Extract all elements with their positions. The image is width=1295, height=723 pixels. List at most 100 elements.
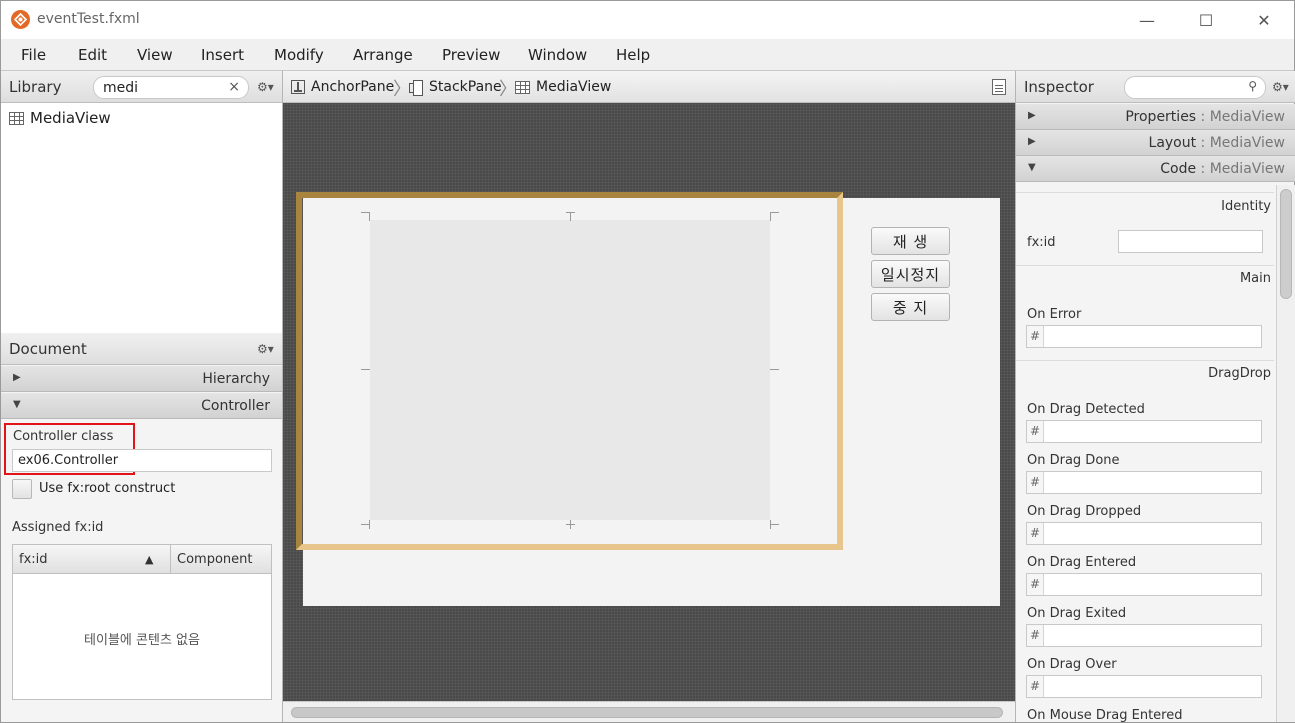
controller-label: Controller — [201, 398, 270, 414]
on-drag-entered-field[interactable]: # — [1026, 573, 1262, 596]
main-title: Main — [1239, 271, 1271, 286]
use-fx-root-label: Use fx:root construct — [39, 481, 176, 496]
on-drag-exited-label: On Drag Exited — [1027, 606, 1127, 621]
code-section[interactable]: ▼ Code : MediaView — [1016, 156, 1295, 182]
document-icon[interactable] — [992, 79, 1006, 95]
maximize-button[interactable]: ☐ — [1183, 5, 1229, 35]
pause-button[interactable]: 일시정지 — [871, 260, 950, 288]
horizontal-scrollbar[interactable] — [283, 701, 1015, 722]
code-label: Code — [1160, 161, 1197, 177]
design-canvas[interactable]: 재 생 일시정지 중 지 — [283, 103, 1015, 701]
controller-class-label: Controller class — [13, 429, 114, 444]
inspector-gear-icon[interactable]: ⚙▾ — [1272, 80, 1289, 94]
resize-handle[interactable] — [570, 520, 571, 529]
inspector-search-input[interactable]: ⚲ — [1124, 76, 1266, 99]
on-drag-over-field[interactable]: # — [1026, 675, 1262, 698]
hash-prefix: # — [1027, 574, 1044, 595]
collapsed-arrow-icon: ▶ — [13, 372, 21, 383]
breadcrumb: AnchorPane 〉 StackPane 〉 MediaView — [283, 71, 1015, 103]
minimize-button[interactable]: — — [1124, 5, 1170, 35]
library-item-label: MediaView — [30, 109, 111, 127]
on-drag-done-field[interactable]: # — [1026, 471, 1262, 494]
layout-section[interactable]: ▶ Layout : MediaView — [1016, 130, 1295, 156]
horizontal-scroll-thumb[interactable] — [291, 707, 1003, 718]
resize-handle[interactable] — [770, 212, 779, 213]
document-title: Document — [9, 340, 87, 358]
table-empty-message: 테이블에 콘텐츠 없음 — [84, 633, 200, 648]
breadcrumb-label: StackPane — [429, 79, 502, 95]
library-title: Library — [9, 78, 62, 96]
fxid-field[interactable] — [1118, 230, 1263, 253]
breadcrumb-anchorpane[interactable]: AnchorPane — [291, 79, 394, 95]
menu-preview[interactable]: Preview — [442, 46, 500, 64]
vertical-scroll-thumb[interactable] — [1280, 189, 1292, 299]
resize-handle[interactable] — [770, 369, 779, 370]
on-error-field[interactable]: # — [1026, 325, 1262, 348]
controller-section[interactable]: ▼ Controller — [1, 393, 282, 419]
resize-handle[interactable] — [369, 212, 370, 221]
menu-arrange[interactable]: Arrange — [353, 46, 413, 64]
inspector-header: Inspector ⚲ ⚙▾ — [1016, 71, 1295, 103]
expanded-arrow-icon: ▼ — [1028, 162, 1036, 173]
code-pane: Identity fx:id Main On Error # DragDrop … — [1016, 185, 1295, 722]
stop-button[interactable]: 중 지 — [871, 293, 950, 321]
on-drag-done-label: On Drag Done — [1027, 453, 1120, 468]
on-drag-dropped-field[interactable]: # — [1026, 522, 1262, 545]
hash-prefix: # — [1027, 326, 1044, 347]
resize-handle[interactable] — [361, 369, 370, 370]
use-fx-root-checkbox[interactable] — [12, 479, 32, 499]
mediaview-node[interactable] — [370, 220, 770, 520]
hash-prefix: # — [1027, 625, 1044, 646]
on-drag-detected-field[interactable]: # — [1026, 420, 1262, 443]
library-item-mediaview[interactable]: MediaView — [9, 109, 111, 127]
hierarchy-section[interactable]: ▶ Hierarchy — [1, 366, 282, 392]
menu-window[interactable]: Window — [528, 46, 587, 64]
menu-edit[interactable]: Edit — [78, 46, 107, 64]
stackpane-icon — [409, 80, 423, 96]
library-header: Library medi × ⚙▾ — [1, 71, 282, 103]
left-panel: Library medi × ⚙▾ MediaView Document ⚙▾ … — [1, 71, 283, 722]
search-icon: ⚲ — [1248, 79, 1257, 93]
close-button[interactable]: ✕ — [1241, 5, 1287, 35]
hash-prefix: # — [1027, 676, 1044, 697]
resize-handle[interactable] — [570, 212, 571, 221]
menu-bar: File Edit View Insert Modify Arrange Pre… — [1, 39, 1294, 71]
properties-label: Properties — [1125, 109, 1197, 125]
menu-help[interactable]: Help — [616, 46, 650, 64]
title-bar: eventTest.fxml — ☐ ✕ — [1, 1, 1294, 39]
layout-label: Layout — [1148, 135, 1197, 151]
divider — [1016, 265, 1274, 266]
assigned-fxid-table: fx:id ▲ Component 테이블에 콘텐츠 없음 — [12, 544, 272, 700]
divider — [1016, 360, 1274, 361]
document-gear-icon[interactable]: ⚙▾ — [257, 342, 274, 356]
library-gear-icon[interactable]: ⚙▾ — [257, 80, 274, 94]
fxid-label: fx:id — [1027, 235, 1056, 250]
resize-handle[interactable] — [770, 212, 771, 221]
resize-handle[interactable] — [770, 520, 771, 529]
window-title: eventTest.fxml — [37, 11, 140, 27]
column-header-component[interactable]: Component — [171, 545, 271, 574]
library-search-input[interactable]: medi × — [93, 76, 249, 99]
hierarchy-label: Hierarchy — [202, 371, 270, 387]
menu-modify[interactable]: Modify — [274, 46, 324, 64]
library-list: MediaView — [1, 103, 282, 333]
play-button[interactable]: 재 생 — [871, 227, 950, 255]
on-drag-dropped-label: On Drag Dropped — [1027, 504, 1142, 519]
clear-search-icon[interactable]: × — [228, 79, 240, 95]
breadcrumb-label: MediaView — [536, 79, 612, 95]
breadcrumb-stackpane[interactable]: StackPane — [409, 79, 502, 96]
resize-handle[interactable] — [369, 520, 370, 529]
on-drag-over-label: On Drag Over — [1027, 657, 1117, 672]
menu-insert[interactable]: Insert — [201, 46, 244, 64]
properties-section[interactable]: ▶ Properties : MediaView — [1016, 104, 1295, 130]
menu-file[interactable]: File — [21, 46, 46, 64]
breadcrumb-mediaview[interactable]: MediaView — [515, 79, 611, 95]
menu-view[interactable]: View — [137, 46, 173, 64]
column-header-fxid[interactable]: fx:id ▲ — [13, 545, 171, 574]
vertical-scrollbar[interactable] — [1276, 185, 1295, 722]
on-drag-exited-field[interactable]: # — [1026, 624, 1262, 647]
hash-prefix: # — [1027, 472, 1044, 493]
resize-handle[interactable] — [770, 524, 779, 525]
anchorpane-icon — [291, 80, 305, 94]
controller-class-field[interactable]: ex06.Controller — [12, 449, 272, 472]
